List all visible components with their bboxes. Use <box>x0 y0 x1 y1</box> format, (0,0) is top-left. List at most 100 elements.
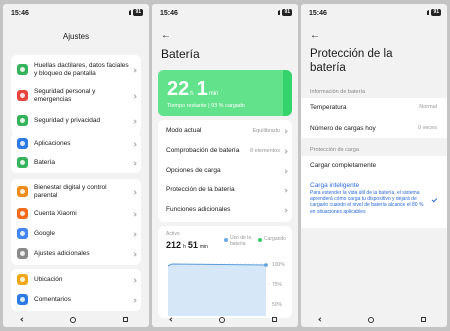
settings-group-misc: Ubicación Comentarios <box>11 269 141 311</box>
page-title-line2: batería <box>310 62 346 74</box>
settings-item-fingerprint[interactable]: Huellas dactilares, datos faciales y blo… <box>11 59 141 81</box>
chevron-right-icon <box>283 207 288 213</box>
nav-recents-icon[interactable] <box>123 317 128 322</box>
settings-item-wellbeing[interactable]: Bienestar digital y control parental <box>11 181 141 203</box>
settings-item-label: Seguridad y privacidad <box>34 117 101 124</box>
legend-dot-charging <box>258 238 262 242</box>
settings-item-label: Aplicaciones <box>34 140 71 147</box>
settings-item-label: Cuenta Xiaomi <box>34 210 77 217</box>
option-full-charge[interactable]: Cargar completamente <box>301 162 447 176</box>
emergency-icon <box>17 90 28 101</box>
usage-area <box>168 264 266 316</box>
chevron-right-icon <box>132 118 137 124</box>
settings-item-label: Batería <box>34 159 55 166</box>
settings-item-google[interactable]: Google <box>11 225 141 243</box>
status-time: 15:46 <box>11 10 29 17</box>
list-item-extra[interactable]: Funciones adicionales <box>158 202 292 218</box>
xiaomi-icon <box>17 208 28 219</box>
back-arrow-icon[interactable]: ← <box>310 30 320 41</box>
usage-endpoint <box>264 263 268 267</box>
settings-item-battery[interactable]: Batería <box>11 154 141 172</box>
chevron-right-icon <box>132 93 137 99</box>
legend-dot-usage <box>224 238 228 242</box>
chevron-right-icon <box>283 148 288 154</box>
battery-icon <box>17 157 28 168</box>
smart-charge-label: Carga inteligente <box>310 182 360 189</box>
list-item-label: Opciones de carga <box>166 167 221 174</box>
apps-icon <box>17 138 28 149</box>
legend-charging: Cargando <box>264 236 286 242</box>
nav-back-icon[interactable] <box>20 317 25 322</box>
nav-back-icon[interactable] <box>318 317 323 322</box>
shield-icon <box>17 115 28 126</box>
check-icon <box>431 196 438 203</box>
list-item-value: Equilibrado <box>252 128 280 134</box>
nav-recents-icon[interactable] <box>272 317 277 322</box>
chart-active-label: Activo <box>166 231 180 237</box>
status-bar: 15:46 91 <box>3 4 149 20</box>
settings-item-xiaomi[interactable]: Cuenta Xiaomi <box>11 205 141 223</box>
settings-item-privacy[interactable]: Seguridad y privacidad <box>11 111 141 131</box>
status-bar: 15:46 91 <box>301 4 447 20</box>
nav-home-icon[interactable] <box>219 317 225 323</box>
settings-item-label: Ubicación <box>34 276 63 283</box>
nav-recents-icon[interactable] <box>421 317 426 322</box>
chevron-right-icon <box>132 251 137 257</box>
list-item-protection[interactable]: Protección de la batería <box>158 182 292 198</box>
location-icon <box>17 274 28 285</box>
signal-icon <box>125 10 132 15</box>
chart-hours-unit: h <box>183 244 186 250</box>
list-item-charging-options[interactable]: Opciones de carga <box>158 163 292 179</box>
full-charge-label: Cargar completamente <box>310 162 377 169</box>
chevron-right-icon <box>132 277 137 283</box>
settings-item-emergency[interactable]: Seguridad personal y emergencias <box>11 85 141 107</box>
settings-group-apps: Aplicaciones Batería <box>11 133 141 173</box>
battery-status-card: 22h 1min Tiempo restante | 93 % cargado <box>158 70 292 116</box>
charge-protection-group: Cargar completamente Carga inteligente P… <box>301 156 447 228</box>
settings-screen: 15:46 91 Ajustes Huellas dactilares, dat… <box>3 4 149 327</box>
battery-screen: 15:46 91 ← Batería 22h 1min Tiempo restan… <box>152 4 298 327</box>
nav-back-icon[interactable] <box>169 317 174 322</box>
chevron-right-icon <box>132 231 137 237</box>
chevron-right-icon <box>283 168 288 174</box>
battery-protection-screen: 15:46 91 ← Protección de la batería Info… <box>301 4 447 327</box>
list-item-mode[interactable]: Modo actual Equilibrado <box>158 123 292 139</box>
chart-hours: 212 <box>166 240 182 250</box>
list-item-label: Protección de la batería <box>166 186 235 193</box>
page-title-line1: Protección de la <box>310 48 393 60</box>
page-title: Protección de la batería <box>310 47 392 75</box>
charge-count-label: Número de cargas hoy <box>310 125 376 132</box>
nav-home-icon[interactable] <box>70 317 76 323</box>
page-title: Ajustes <box>62 32 90 41</box>
section-battery-info: Información de batería <box>310 89 366 95</box>
battery-info-group: Temperatura Normal Número de cargas hoy … <box>301 98 447 138</box>
signal-icon <box>274 10 281 15</box>
settings-item-label: Huellas dactilares, datos faciales y blo… <box>34 62 129 77</box>
settings-item-label: Ajustes adicionales <box>34 250 90 257</box>
list-item-label: Funciones adicionales <box>166 206 231 213</box>
chevron-right-icon <box>132 141 137 147</box>
chevron-right-icon <box>132 297 137 303</box>
chevron-right-icon <box>132 189 137 195</box>
battery-usage-chart: Activo 212 h 51 min Uso de la batería Carga… <box>158 226 292 318</box>
smart-charge-description: Para extender la vida útil de la batería… <box>310 190 424 215</box>
feedback-icon <box>17 294 28 305</box>
hours-unit: h <box>190 91 194 97</box>
settings-item-label: Seguridad personal y emergencias <box>34 88 96 103</box>
remaining-time: 22h 1min <box>167 78 221 101</box>
google-icon <box>17 228 28 239</box>
settings-item-apps[interactable]: Aplicaciones <box>11 135 141 153</box>
gear-icon <box>17 248 28 259</box>
settings-group-security: Huellas dactilares, datos faciales y blo… <box>11 55 141 135</box>
section-charge-protection: Protección de carga <box>310 147 359 153</box>
settings-item-additional[interactable]: Ajustes adicionales <box>11 245 141 263</box>
chart-active-time: 212 h 51 min <box>166 240 208 250</box>
list-item-check[interactable]: Comprobación de batería 8 elementos <box>158 141 292 161</box>
battery-status-icon: 91 <box>282 9 292 16</box>
settings-item-location[interactable]: Ubicación <box>11 271 141 289</box>
settings-group-accounts: Bienestar digital y control parental Cue… <box>11 179 141 265</box>
charge-count-value: 0 veces <box>418 125 437 131</box>
nav-home-icon[interactable] <box>368 317 374 323</box>
settings-item-feedback[interactable]: Comentarios <box>11 291 141 309</box>
back-arrow-icon[interactable]: ← <box>161 30 171 41</box>
